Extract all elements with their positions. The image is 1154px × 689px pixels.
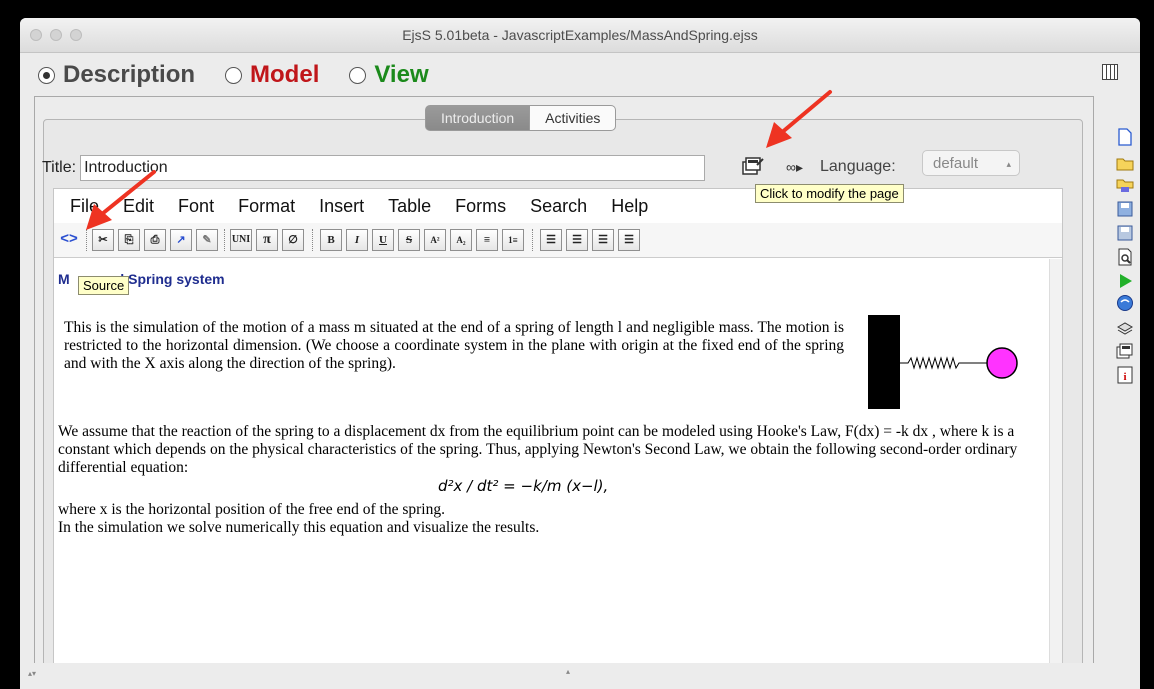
- mode-selector: Description Model View: [38, 58, 459, 92]
- mode-view[interactable]: View: [349, 61, 429, 89]
- html-editor: File Edit Font Format Insert Table Forms…: [53, 188, 1063, 673]
- modify-page-tooltip: Click to modify the page: [755, 184, 904, 203]
- window-title: EjsS 5.01beta - JavascriptExamples/MassA…: [402, 27, 758, 43]
- browser-icon[interactable]: [1116, 294, 1134, 312]
- annotation-arrow-icon: [766, 90, 832, 148]
- language-link-icon[interactable]: ∞▸: [786, 159, 803, 176]
- toolbar-separator: [224, 229, 226, 251]
- table-grid-icon[interactable]: [1102, 64, 1118, 80]
- title-label: Title:: [42, 159, 77, 176]
- equation: d²x / dt² = −k/m (x−l),: [438, 477, 609, 495]
- annotation-arrow-icon: [86, 170, 156, 230]
- editor-toolbar: <> ✂ ⎘ ⎙ ↗ ✎ UNI π ∅ B I U S A² A₂ ≡ 1≡ …: [54, 223, 1062, 258]
- source-code-icon[interactable]: <>: [58, 229, 80, 251]
- modify-page-icon[interactable]: [1116, 342, 1134, 360]
- special-char-icon[interactable]: ∅: [282, 229, 304, 251]
- new-file-icon[interactable]: [1116, 128, 1134, 146]
- bold-icon[interactable]: B: [320, 229, 342, 251]
- mode-description[interactable]: Description: [38, 61, 195, 89]
- resize-arrows-icon[interactable]: ▴▾: [28, 669, 36, 678]
- position-paragraph: where x is the horizontal position of th…: [58, 501, 445, 518]
- justify-icon[interactable]: ☰: [618, 229, 640, 251]
- format-painter-icon[interactable]: ✎: [196, 229, 218, 251]
- bullet-list-icon[interactable]: ≡: [476, 229, 498, 251]
- save-as-icon[interactable]: [1116, 224, 1134, 242]
- open-folder-icon[interactable]: [1116, 154, 1134, 172]
- mode-view-label: View: [374, 61, 429, 88]
- open-remote-icon[interactable]: [1116, 176, 1134, 194]
- info-icon[interactable]: i: [1116, 366, 1134, 384]
- radio-icon[interactable]: [225, 66, 243, 84]
- editor-scrollbar[interactable]: [1049, 259, 1062, 673]
- menu-font[interactable]: Font: [178, 196, 214, 217]
- align-left-icon[interactable]: ☰: [540, 229, 562, 251]
- intro-paragraph: This is the simulation of the motion of …: [64, 319, 844, 372]
- page-tabs: Introduction Activities: [425, 105, 617, 131]
- source-tooltip: Source: [78, 276, 130, 295]
- modify-page-icon[interactable]: [742, 156, 764, 176]
- package-icon[interactable]: [1116, 318, 1134, 336]
- radio-icon[interactable]: [349, 66, 367, 84]
- hooke-paragraph: We assume that the reaction of the sprin…: [58, 423, 1018, 476]
- mode-model-label: Model: [250, 61, 320, 88]
- menu-search[interactable]: Search: [530, 196, 587, 217]
- language-label: Language:: [820, 158, 896, 175]
- app-window: EjsS 5.01beta - JavascriptExamples/MassA…: [20, 18, 1140, 689]
- underline-icon[interactable]: U: [372, 229, 394, 251]
- title-input[interactable]: Introduction: [80, 155, 706, 181]
- mass-spring-image: [868, 315, 1018, 409]
- menu-forms[interactable]: Forms: [455, 196, 506, 217]
- toolbar-separator: [532, 229, 534, 251]
- edit-image-icon[interactable]: ↗: [170, 229, 192, 251]
- subscript-icon[interactable]: A₂: [450, 229, 472, 251]
- tab-activities[interactable]: Activities: [530, 105, 617, 131]
- radio-selected-icon[interactable]: [38, 66, 55, 84]
- superscript-icon[interactable]: A²: [424, 229, 446, 251]
- mode-model[interactable]: Model: [225, 61, 319, 89]
- save-icon[interactable]: [1116, 200, 1134, 218]
- unicode-icon[interactable]: UNI: [230, 229, 252, 251]
- run-icon[interactable]: [1116, 272, 1134, 290]
- language-value: default: [933, 155, 979, 172]
- svg-text:i: i: [1123, 371, 1126, 383]
- pi-symbol-icon[interactable]: π: [256, 229, 278, 251]
- search-doc-icon[interactable]: [1116, 248, 1134, 266]
- italic-icon[interactable]: I: [346, 229, 368, 251]
- strikethrough-icon[interactable]: S: [398, 229, 420, 251]
- align-center-icon[interactable]: ☰: [566, 229, 588, 251]
- title-bar: EjsS 5.01beta - JavascriptExamples/MassA…: [20, 18, 1140, 53]
- mode-description-label: Description: [63, 61, 196, 88]
- menu-insert[interactable]: Insert: [319, 196, 364, 217]
- align-right-icon[interactable]: ☰: [592, 229, 614, 251]
- numbered-list-icon[interactable]: 1≡: [502, 229, 524, 251]
- tab-introduction[interactable]: Introduction: [425, 105, 531, 131]
- menu-format[interactable]: Format: [238, 196, 295, 217]
- doc-heading-suffix: d Spring system: [115, 271, 225, 287]
- language-select[interactable]: default ▴▾: [922, 150, 1020, 195]
- splitter-handle-icon[interactable]: ▴: [566, 667, 570, 676]
- simulation-paragraph: In the simulation we solve numerically t…: [58, 519, 540, 536]
- toolbar-separator: [312, 229, 314, 251]
- menu-help[interactable]: Help: [611, 196, 648, 217]
- doc-heading-prefix: M: [58, 271, 70, 287]
- menu-table[interactable]: Table: [388, 196, 431, 217]
- bottom-bar: ▴▾ ▴: [20, 663, 1140, 689]
